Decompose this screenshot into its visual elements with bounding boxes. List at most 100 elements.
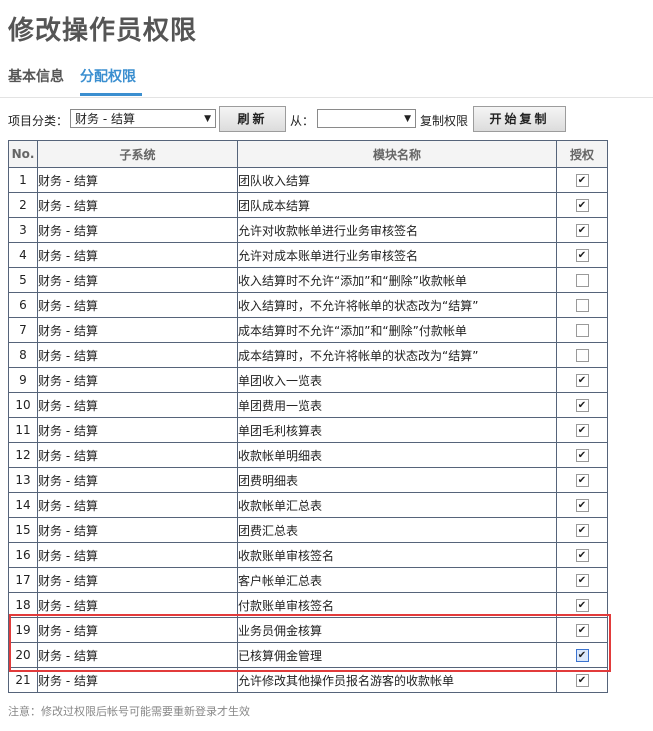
- row-subsystem: 财务 - 结算: [37, 442, 238, 468]
- auth-checkbox[interactable]: ✔: [575, 499, 589, 512]
- row-subsystem: 财务 - 结算: [37, 317, 238, 343]
- row-auth-cell: ✔: [556, 567, 608, 593]
- row-no: 4: [8, 242, 38, 268]
- row-auth-cell: ✔: [556, 192, 608, 218]
- row-no: 5: [8, 267, 38, 293]
- auth-checkbox[interactable]: ✔: [575, 249, 589, 262]
- row-subsystem: 财务 - 结算: [37, 367, 238, 393]
- row-subsystem: 财务 - 结算: [37, 267, 238, 293]
- auth-checkbox[interactable]: ✔: [575, 649, 589, 662]
- row-auth-cell: ✔: [556, 542, 608, 568]
- row-subsystem: 财务 - 结算: [37, 492, 238, 518]
- row-module-name: 单团费用一览表: [237, 392, 557, 418]
- row-module-name: 客户帐单汇总表: [237, 567, 557, 593]
- table-row: 19 财务 - 结算 业务员佣金核算 ✔: [8, 617, 608, 643]
- tab-basic-info[interactable]: 基本信息: [8, 66, 64, 86]
- auth-checkbox[interactable]: ✔: [575, 199, 589, 212]
- table-row: 21 财务 - 结算 允许修改其他操作员报名游客的收款帐单 ✔: [8, 667, 608, 693]
- row-auth-cell: ✔: [556, 442, 608, 468]
- row-subsystem: 财务 - 结算: [37, 392, 238, 418]
- auth-checkbox[interactable]: ✔: [575, 549, 589, 562]
- row-subsystem: 财务 - 结算: [37, 217, 238, 243]
- table-row: 9 财务 - 结算 单团收入一览表 ✔: [8, 367, 608, 393]
- table-row: 20 财务 - 结算 已核算佣金管理 ✔: [8, 642, 608, 668]
- auth-checkbox[interactable]: [575, 324, 589, 337]
- auth-checkbox[interactable]: [575, 299, 589, 312]
- category-label: 项目分类：: [8, 114, 69, 128]
- row-no: 1: [8, 167, 38, 193]
- table-row: 1 财务 - 结算 团队收入结算 ✔: [8, 167, 608, 193]
- auth-checkbox[interactable]: ✔: [575, 524, 589, 537]
- table-row: 13 财务 - 结算 团费明细表 ✔: [8, 467, 608, 493]
- row-auth-cell: ✔: [556, 617, 608, 643]
- row-subsystem: 财务 - 结算: [37, 642, 238, 668]
- auth-checkbox[interactable]: ✔: [575, 449, 589, 462]
- table-header-row: No. 子系统 模块名称 授权: [8, 140, 608, 168]
- row-module-name: 单团收入一览表: [237, 367, 557, 393]
- row-module-name: 收款账单审核签名: [237, 542, 557, 568]
- tab-divider: [0, 97, 653, 98]
- row-no: 14: [8, 492, 38, 518]
- table-row: 17 财务 - 结算 客户帐单汇总表 ✔: [8, 567, 608, 593]
- copy-permissions-label: 复制权限: [420, 114, 469, 128]
- auth-checkbox[interactable]: ✔: [575, 674, 589, 687]
- row-no: 21: [8, 667, 38, 693]
- table-row: 8 财务 - 结算 成本结算时，不允许将帐单的状态改为“结算”: [8, 342, 608, 368]
- start-copy-button[interactable]: 开始复制: [473, 106, 566, 132]
- row-auth-cell: ✔: [556, 367, 608, 393]
- row-auth-cell: ✔: [556, 667, 608, 693]
- row-auth-cell: ✔: [556, 167, 608, 193]
- row-no: 17: [8, 567, 38, 593]
- row-subsystem: 财务 - 结算: [37, 567, 238, 593]
- row-auth-cell: ✔: [556, 217, 608, 243]
- tab-assign-permissions[interactable]: 分配权限: [80, 66, 136, 86]
- row-subsystem: 财务 - 结算: [37, 617, 238, 643]
- row-no: 7: [8, 317, 38, 343]
- table-row: 11 财务 - 结算 单团毛利核算表 ✔: [8, 417, 608, 443]
- row-auth-cell: ✔: [556, 417, 608, 443]
- row-auth-cell: [556, 292, 608, 318]
- table-row: 18 财务 - 结算 付款账单审核签名 ✔: [8, 592, 608, 618]
- row-subsystem: 财务 - 结算: [37, 467, 238, 493]
- table-row: 12 财务 - 结算 收款帐单明细表 ✔: [8, 442, 608, 468]
- auth-checkbox[interactable]: ✔: [575, 599, 589, 612]
- row-subsystem: 财务 - 结算: [37, 292, 238, 318]
- header-auth: 授权: [556, 140, 608, 168]
- row-no: 3: [8, 217, 38, 243]
- row-no: 20: [8, 642, 38, 668]
- auth-checkbox[interactable]: [575, 274, 589, 287]
- auth-checkbox[interactable]: ✔: [575, 624, 589, 637]
- row-no: 18: [8, 592, 38, 618]
- table-row: 3 财务 - 结算 允许对收款帐单进行业务审核签名 ✔: [8, 217, 608, 243]
- header-subsystem: 子系统: [37, 140, 238, 168]
- table-row: 2 财务 - 结算 团队成本结算 ✔: [8, 192, 608, 218]
- row-no: 19: [8, 617, 38, 643]
- auth-checkbox[interactable]: ✔: [575, 399, 589, 412]
- table-row: 4 财务 - 结算 允许对成本账单进行业务审核签名 ✔: [8, 242, 608, 268]
- row-auth-cell: [556, 317, 608, 343]
- auth-checkbox[interactable]: ✔: [575, 374, 589, 387]
- auth-checkbox[interactable]: [575, 349, 589, 362]
- chevron-down-icon: ▼: [204, 114, 211, 124]
- row-subsystem: 财务 - 结算: [37, 167, 238, 193]
- table-row: 6 财务 - 结算 收入结算时，不允许将帐单的状态改为“结算”: [8, 292, 608, 318]
- row-subsystem: 财务 - 结算: [37, 417, 238, 443]
- refresh-button[interactable]: 刷新: [219, 106, 286, 132]
- row-no: 15: [8, 517, 38, 543]
- category-select[interactable]: 财务 - 结算 ▼: [70, 109, 216, 128]
- auth-checkbox[interactable]: ✔: [575, 224, 589, 237]
- row-auth-cell: [556, 342, 608, 368]
- row-no: 10: [8, 392, 38, 418]
- table-row: 10 财务 - 结算 单团费用一览表 ✔: [8, 392, 608, 418]
- row-no: 8: [8, 342, 38, 368]
- table-row: 16 财务 - 结算 收款账单审核签名 ✔: [8, 542, 608, 568]
- auth-checkbox[interactable]: ✔: [575, 424, 589, 437]
- from-label: 从：: [290, 114, 315, 128]
- copy-from-select[interactable]: ▼: [317, 109, 416, 128]
- auth-checkbox[interactable]: ✔: [575, 174, 589, 187]
- row-no: 12: [8, 442, 38, 468]
- auth-checkbox[interactable]: ✔: [575, 574, 589, 587]
- auth-checkbox[interactable]: ✔: [575, 474, 589, 487]
- row-subsystem: 财务 - 结算: [37, 592, 238, 618]
- row-subsystem: 财务 - 结算: [37, 242, 238, 268]
